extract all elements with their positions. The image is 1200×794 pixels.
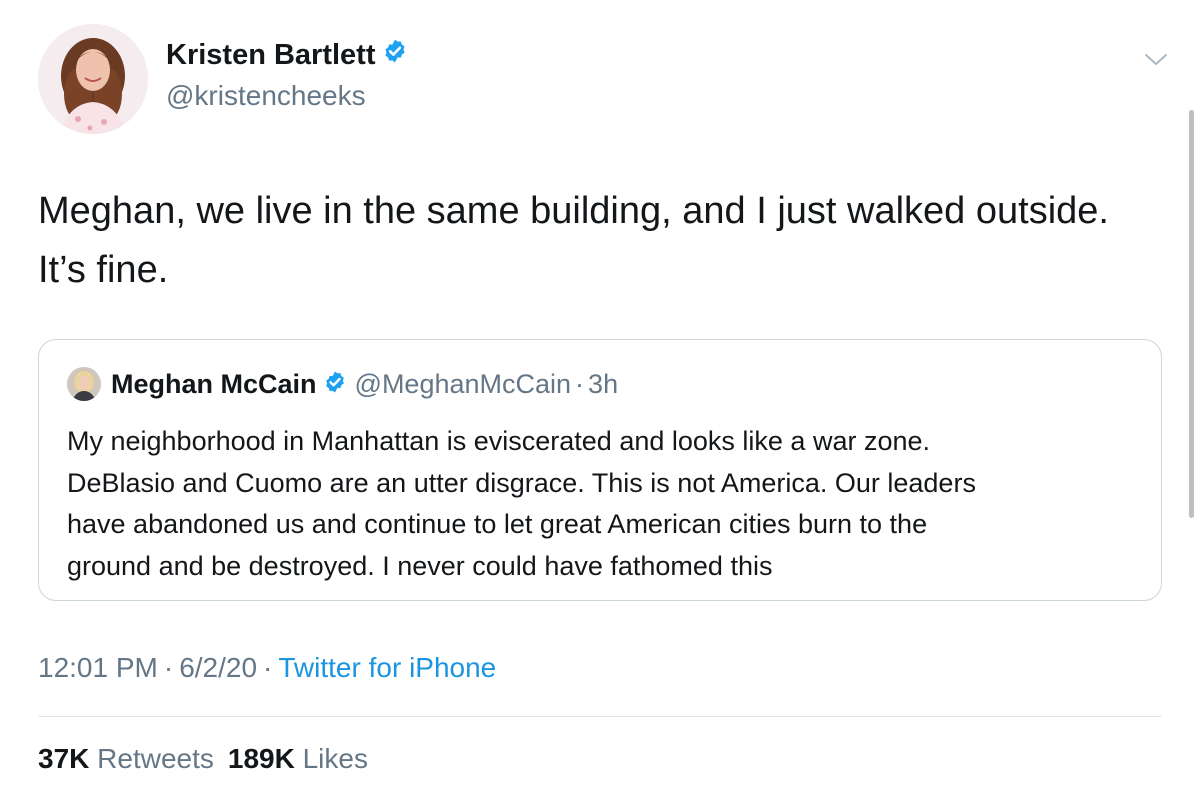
quoted-author-avatar [67,367,101,401]
author-avatar[interactable] [38,24,148,134]
verified-badge-icon [382,38,408,72]
quoted-author-handle: @MeghanMcCain [354,368,572,399]
separator-dot: · [575,368,585,399]
chevron-down-icon[interactable] [1143,50,1169,70]
likes-count: 189K [227,743,295,774]
tweet-metadata: 12:01 PM · 6/2/20 · Twitter for iPhone [38,652,496,684]
likes-label: Likes [302,743,368,774]
author-handle[interactable]: @kristencheeks [166,80,366,112]
verified-badge-icon [323,370,347,399]
retweets-count: 37K [38,743,90,774]
quoted-tweet-time: 3h [588,368,619,399]
author-name[interactable]: Kristen Bartlett [166,38,408,72]
retweets-stat[interactable]: 37K Retweets [38,743,214,774]
quoted-text-line: have abandoned us and continue to let gr… [67,509,928,539]
author-name-text[interactable]: Kristen Bartlett [166,39,376,72]
quoted-tweet-text: My neighborhood in Manhattan is eviscera… [67,421,1137,587]
separator-dot: · [263,652,273,683]
tweet-text-line: It’s fine. [38,249,169,291]
tweet-source-link[interactable]: Twitter for iPhone [278,652,496,683]
likes-stat[interactable]: 189K Likes [228,743,368,774]
engagement-stats: 37K Retweets 189K Likes [38,743,368,775]
tweet-date[interactable]: 6/2/20 [179,652,257,683]
separator-dot: · [163,652,174,683]
quoted-author-name: Meghan McCain [111,368,317,399]
quoted-text-line: DeBlasio and Cuomo are an utter disgrace… [67,467,976,498]
quoted-tweet-header: Meghan McCain @MeghanMcCain · 3h [67,367,618,401]
tweet-time[interactable]: 12:01 PM [38,652,158,683]
quoted-text-line: ground and be destroyed. I never could h… [67,550,773,581]
divider [38,716,1162,717]
retweets-label: Retweets [97,743,214,774]
tweet-text-line: Meghan, we live in the same building, an… [38,190,1109,232]
tweet-text: Meghan, we live in the same building, an… [38,182,1158,300]
quoted-tweet-card[interactable]: Meghan McCain @MeghanMcCain · 3h My neig… [38,339,1162,601]
quoted-text-line: My neighborhood in Manhattan is eviscera… [67,426,930,456]
scrollbar[interactable] [1189,110,1194,518]
